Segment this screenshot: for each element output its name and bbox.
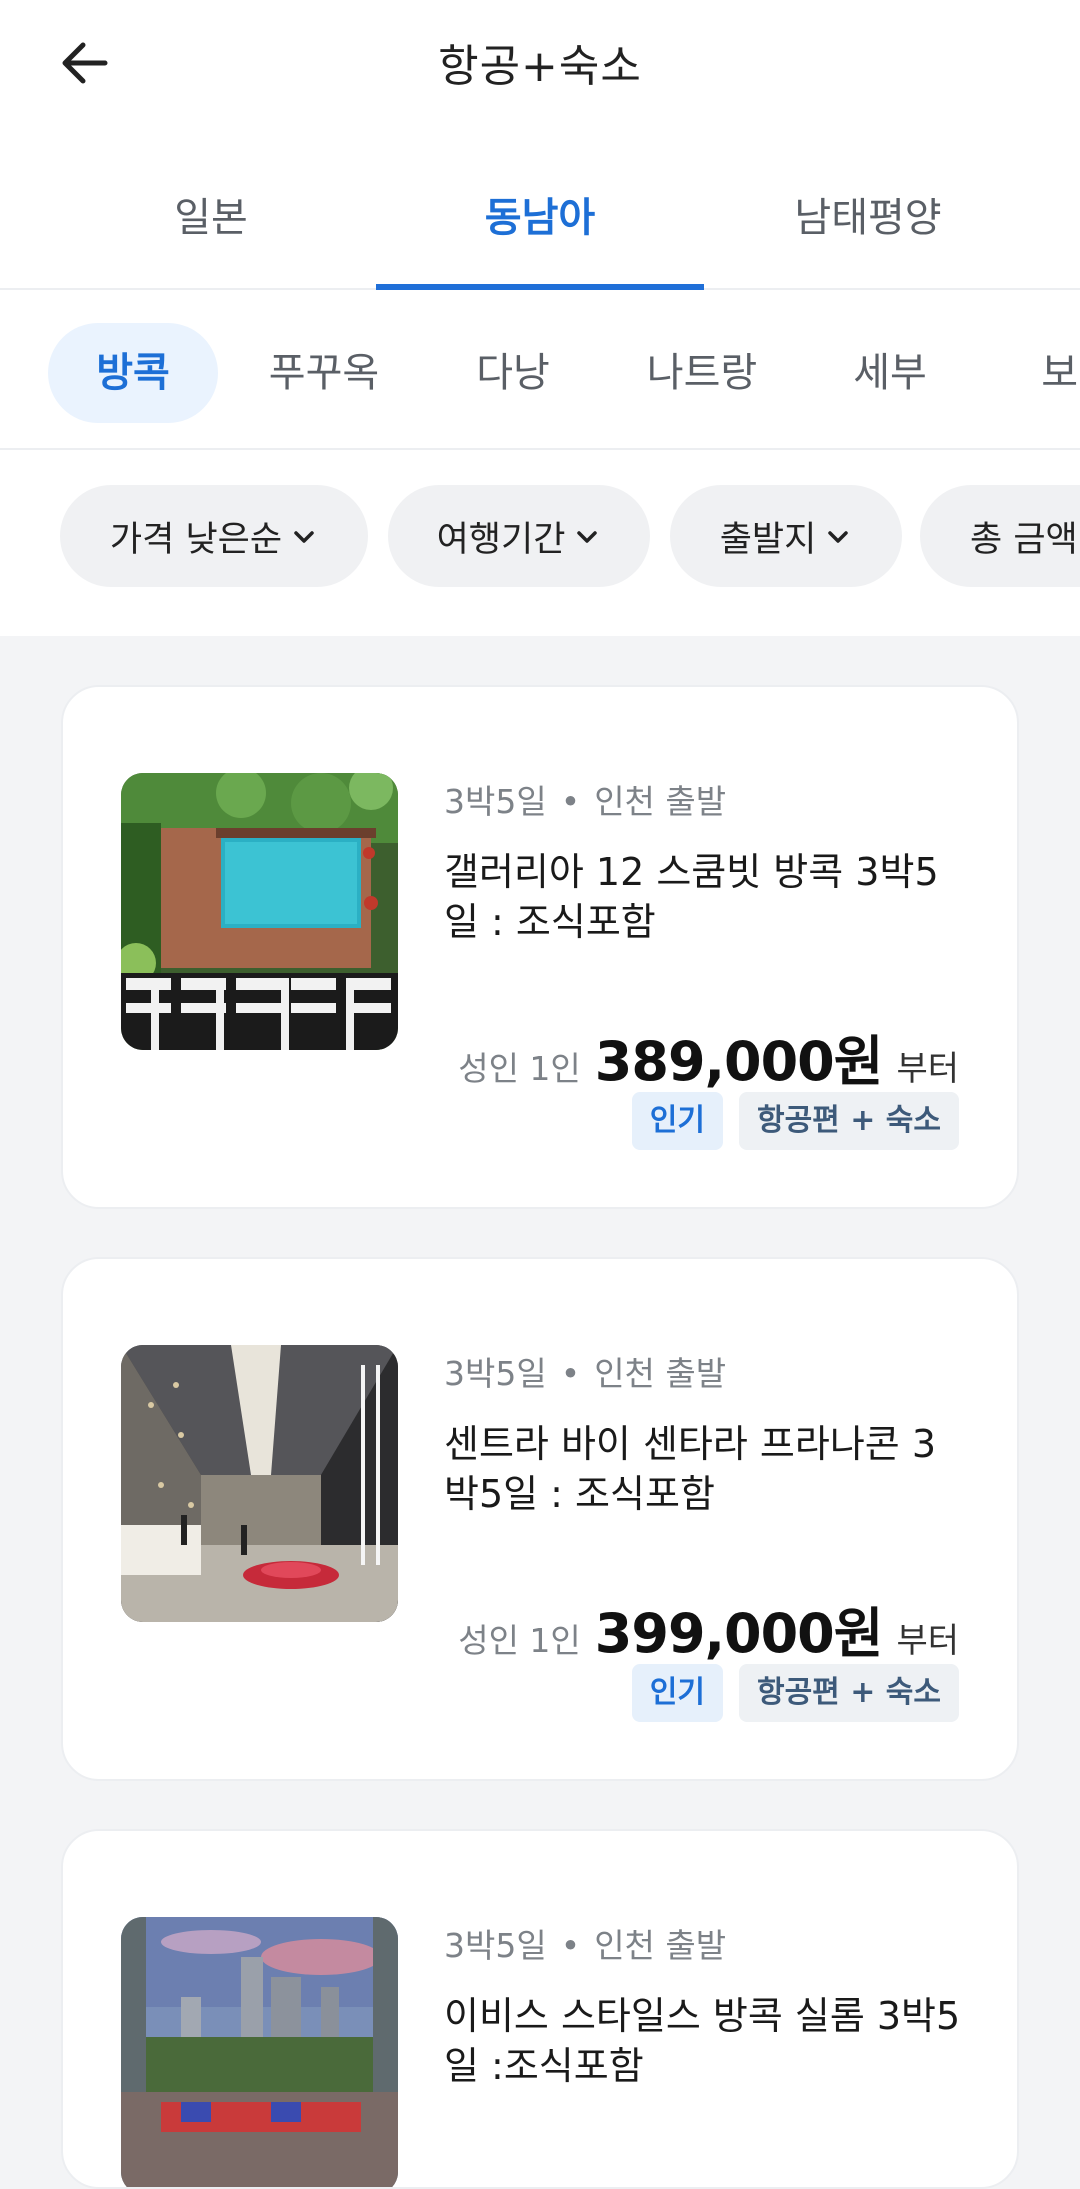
- product-card[interactable]: 3박5일 • 인천 출발 갤러리아 12 스쿰빗 방콕 3박5일 : 조식포함 성인…: [61, 685, 1019, 1209]
- chip-nha-trang[interactable]: 나트랑: [622, 323, 782, 423]
- departure-filter-button[interactable]: 출발지: [670, 485, 902, 587]
- filter-label: 가격 낮은순: [109, 519, 283, 560]
- departure-city: 인천 출발: [594, 782, 727, 821]
- tab-southeast-asia[interactable]: 동남아: [376, 185, 704, 292]
- package-type-badge: 항공편 + 숙소: [738, 1092, 959, 1150]
- chip-bangkok[interactable]: 방콕: [48, 323, 218, 423]
- price-label: 성인 1인: [458, 1049, 581, 1088]
- duration-filter-button[interactable]: 여행기간: [388, 485, 650, 587]
- chip-cebu[interactable]: 세부: [810, 323, 970, 423]
- product-title: 이비스 스타일스 방콕 실롬 3박5일 :조식포함: [444, 1994, 961, 2088]
- region-tab-bar: 일본 동남아 남태평양: [0, 130, 1080, 292]
- price-label: 성인 1인: [458, 1621, 581, 1660]
- price-suffix: 부터: [896, 1049, 959, 1089]
- total-price-filter-button[interactable]: 총 금액: [920, 485, 1080, 587]
- trip-duration: 3박5일: [444, 782, 547, 821]
- price-row: 성인 1인 399,000원 부터: [458, 1589, 959, 1668]
- chevron-down-icon: [294, 531, 314, 543]
- chip-boracay[interactable]: 보라: [998, 323, 1080, 423]
- price-suffix: 부터: [896, 1621, 959, 1661]
- meta-separator: •: [560, 1926, 581, 1965]
- tab-label: 동남아: [484, 195, 596, 241]
- trip-duration: 3박5일: [444, 1354, 547, 1393]
- trip-duration: 3박5일: [444, 1926, 547, 1965]
- departure-city: 인천 출발: [594, 1354, 727, 1393]
- sort-filter-button[interactable]: 가격 낮은순: [60, 485, 368, 587]
- top-app-bar: 항공+숙소: [0, 0, 1080, 130]
- chip-da-nang[interactable]: 다낭: [433, 323, 593, 423]
- chevron-down-icon: [828, 531, 849, 543]
- tab-south-pacific[interactable]: 남태평양: [704, 185, 1032, 290]
- meta-separator: •: [560, 1354, 581, 1393]
- trip-meta: 3박5일 • 인천 출발: [444, 1347, 726, 1395]
- hotel-thumbnail-pool: [121, 773, 398, 1050]
- product-title: 갤러리아 12 스쿰빗 방콕 3박5일 : 조식포함: [444, 850, 939, 944]
- filter-label: 여행기간: [436, 519, 566, 560]
- chevron-down-icon: [577, 531, 598, 543]
- filter-bar: 가격 낮은순 여행기간 출발지 총 금액: [0, 450, 1080, 636]
- departure-city: 인천 출발: [594, 1926, 727, 1965]
- product-card[interactable]: 3박5일 • 인천 출발 센트라 바이 센타라 프라나콘 3박5일 : 조식포함 성…: [61, 1257, 1019, 1781]
- badge-group: 인기 항공편 + 숙소: [631, 1664, 959, 1722]
- trip-meta: 3박5일 • 인천 출발: [444, 775, 726, 823]
- package-type-badge: 항공편 + 숙소: [738, 1664, 959, 1722]
- price-value: 399,000원: [594, 1602, 884, 1665]
- hotel-thumbnail-lobby: [121, 1345, 398, 1622]
- hotel-thumbnail-rooftop: [121, 1917, 398, 2187]
- trip-meta: 3박5일 • 인천 출발: [444, 1919, 726, 1967]
- tab-japan[interactable]: 일본: [47, 185, 375, 290]
- filter-label: 총 금액: [970, 519, 1078, 560]
- page-title: 항공+숙소: [438, 41, 642, 92]
- meta-separator: •: [560, 782, 581, 821]
- product-card[interactable]: 3박5일 • 인천 출발 이비스 스타일스 방콕 실롬 3박5일 :조식포함: [61, 1829, 1019, 2189]
- badge-group: 인기 항공편 + 숙소: [631, 1092, 959, 1150]
- product-title: 센트라 바이 센타라 프라나콘 3박5일 : 조식포함: [444, 1422, 937, 1516]
- filter-label: 출발지: [719, 519, 817, 560]
- popular-badge: 인기: [631, 1664, 723, 1722]
- chip-phu-quoc[interactable]: 푸꾸옥: [244, 323, 404, 423]
- price-row: 성인 1인 389,000원 부터: [458, 1017, 959, 1096]
- popular-badge: 인기: [631, 1092, 723, 1150]
- price-value: 389,000원: [594, 1030, 884, 1093]
- city-chip-bar: 방콕 푸꾸옥 다낭 나트랑 세부 보라: [0, 290, 1080, 450]
